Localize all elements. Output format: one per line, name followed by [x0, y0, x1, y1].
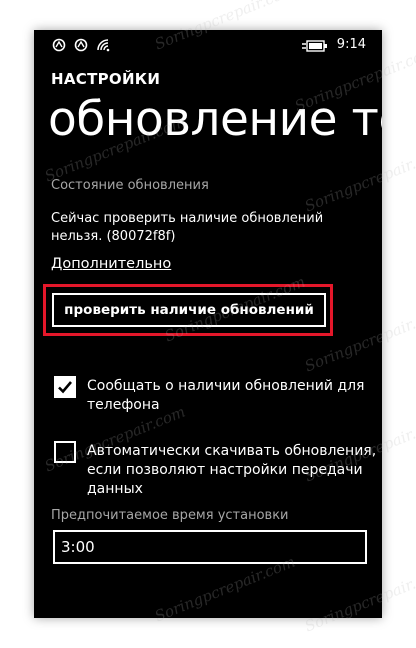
checkmark-icon — [58, 381, 72, 394]
notify-updates-checkbox[interactable] — [54, 376, 76, 398]
more-info-link[interactable]: Дополнительно — [51, 256, 171, 272]
auto-download-checkbox[interactable] — [54, 441, 76, 463]
update-status-label: Состояние обновления — [51, 178, 209, 193]
auto-download-label: Автоматически скачивать обновления, если… — [87, 443, 377, 497]
check-for-updates-button[interactable]: проверить наличие обновлений — [52, 293, 326, 327]
clock: 9:14 — [336, 37, 366, 52]
battery-charging-icon — [302, 40, 328, 56]
notification-icon — [52, 38, 66, 56]
page-title: обновление телефона — [48, 92, 382, 147]
update-status-message: Сейчас проверить наличие обновлений нель… — [51, 211, 324, 244]
phone-screen: 9:14 НАСТРОЙКИ обновление телефона Состо… — [34, 30, 382, 618]
app-name: НАСТРОЙКИ — [51, 70, 161, 88]
notification-icon — [74, 38, 88, 56]
status-bar: 9:14 — [34, 30, 382, 58]
notify-updates-label: Сообщать о наличии обновлений для телефо… — [87, 378, 365, 413]
install-time-field[interactable]: 3:00 — [53, 530, 367, 564]
wifi-icon — [96, 38, 112, 56]
install-time-label: Предпочитаемое время установки — [51, 508, 289, 523]
